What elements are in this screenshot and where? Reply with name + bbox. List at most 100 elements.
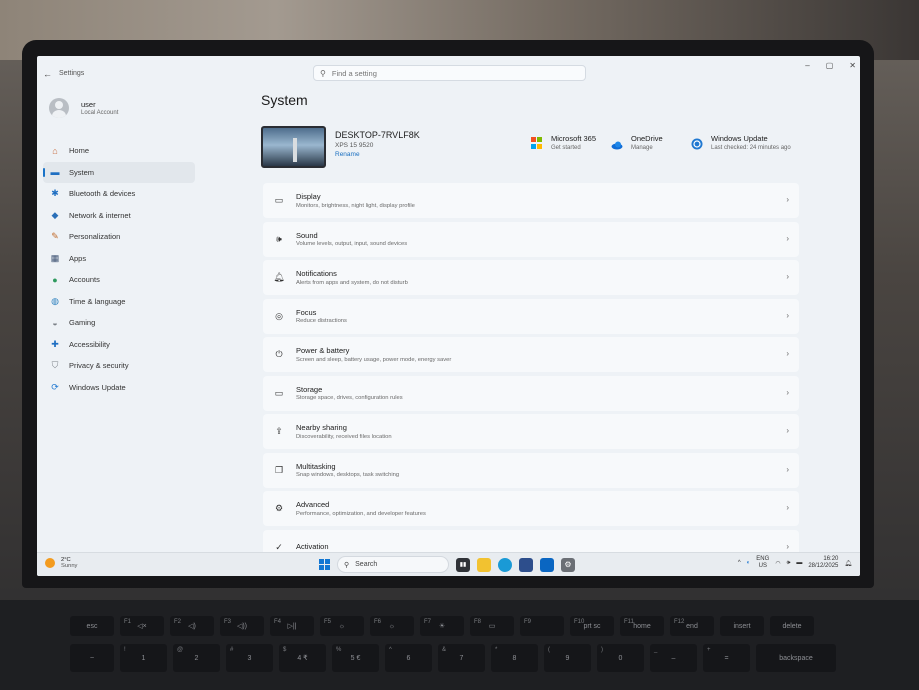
settings-row-title: Notifications <box>296 269 337 279</box>
settings-row-nearby-sharing[interactable]: ⇪ Nearby sharing Discoverability, received… <box>263 414 799 449</box>
keyboard-key: F10 prt sc <box>570 616 614 636</box>
chevron-right-icon: › <box>786 310 789 320</box>
keyboard-key: F4 ▷|| <box>270 616 314 636</box>
settings-row-title: Storage <box>296 384 323 394</box>
globe-icon: ◍ <box>51 295 59 306</box>
file-explorer-icon[interactable] <box>477 557 491 572</box>
settings-row-title: Multitasking <box>296 461 336 471</box>
rename-link[interactable]: Rename <box>335 151 420 158</box>
battery-icon[interactable]: ▬ <box>796 560 802 566</box>
keyboard-key: F5 ☼ <box>320 616 364 636</box>
search-input[interactable] <box>331 68 562 78</box>
store-icon[interactable] <box>519 557 533 572</box>
sidebar-item-label: Accessibility <box>69 339 110 349</box>
sidebar-item-network-internet[interactable]: ◆ Network & internet <box>43 205 195 227</box>
settings-row-multitasking[interactable]: ❐ Multitasking Snap windows, desktops, tas… <box>263 452 799 488</box>
quick-link-microsoft-365[interactable]: Microsoft 365 Get started <box>531 134 596 151</box>
keyboard-key: ! 1 <box>120 644 167 672</box>
search-box[interactable]: ⚲ <box>313 65 586 81</box>
sidebar-item-label: Windows Update <box>69 382 126 392</box>
quick-link-windows-update[interactable]: Windows Update Last checked: 24 minutes … <box>691 134 791 151</box>
key-label: end <box>686 622 698 630</box>
share-icon: ⇪ <box>275 426 283 436</box>
tray-overflow-chevron-icon[interactable]: ^ <box>738 560 741 566</box>
keyboard-key: backspace <box>756 644 836 672</box>
minimize-button[interactable]: – <box>805 61 809 70</box>
settings-row-title: Nearby sharing <box>296 423 347 433</box>
sidebar-item-label: Personalization <box>69 232 121 242</box>
key-label: ◁)) <box>236 623 248 630</box>
bell-icon: 🔔︎ <box>273 272 285 282</box>
sidebar-item-gaming[interactable]: ◒ Gaming <box>43 312 195 334</box>
sidebar-item-windows-update[interactable]: ⟳ Windows Update <box>43 377 195 399</box>
settings-row-sound[interactable]: 🕪 Sound Volume levels, output, input, soun… <box>263 221 799 257</box>
settings-row-title: Power & battery <box>296 346 350 356</box>
key-secondary-label: ( <box>548 647 550 653</box>
sidebar-item-label: Gaming <box>69 318 96 328</box>
apps-icon: ▦ <box>50 252 60 263</box>
sidebar-item-privacy-security[interactable]: ⛉ Privacy & security <box>43 355 195 377</box>
settings-row-power-battery[interactable]: ⏻ Power & battery Screen and sleep, batter… <box>263 337 799 372</box>
key-label: 3 <box>247 654 252 662</box>
settings-row-subtitle: Snap windows, desktops, task switching <box>296 472 400 479</box>
language-indicator[interactable]: ENG US <box>756 556 769 570</box>
edge-browser-icon[interactable] <box>498 557 512 572</box>
key-label: ☼ <box>388 622 396 630</box>
back-arrow-icon[interactable]: ← <box>43 69 52 79</box>
start-button[interactable] <box>319 559 330 570</box>
sidebar-item-apps[interactable]: ▦ Apps <box>43 248 195 270</box>
user-profile[interactable]: user Local Account <box>49 98 118 118</box>
settings-gear-icon[interactable]: ⚙ <box>561 557 575 572</box>
settings-row-focus[interactable]: ◎ Focus Reduce distractions › <box>263 298 799 334</box>
windows-update-icon <box>691 137 703 150</box>
volume-icon[interactable]: 🕪 <box>787 560 791 567</box>
settings-row-storage[interactable]: ▭ Storage Storage space, drives, configura… <box>263 375 799 411</box>
key-label: ▷|| <box>287 623 297 630</box>
settings-row-notifications[interactable]: 🔔︎ Notifications Alerts from apps and syst… <box>263 260 799 295</box>
taskbar-search[interactable]: ⚲ Search <box>337 556 449 573</box>
maximize-button[interactable]: ▢ <box>826 61 834 70</box>
settings-row-advanced[interactable]: ⚙ Advanced Performance, optimization, and … <box>263 491 799 526</box>
keyboard-key: F12 end <box>670 616 714 636</box>
sidebar-item-label: Apps <box>69 253 87 263</box>
outlook-icon[interactable] <box>540 557 554 572</box>
sidebar-item-home[interactable]: ⌂ Home <box>43 140 195 162</box>
task-view-icon[interactable]: ▮▮ <box>456 557 470 572</box>
quick-link-onedrive[interactable]: OneDrive Manage <box>611 134 663 151</box>
key-secondary-label: F9 <box>524 619 532 625</box>
keyboard-key: * 8 <box>491 644 538 672</box>
clock[interactable]: 16:20 28/12/2025 <box>808 556 838 570</box>
key-secondary-label: F5 <box>324 619 332 625</box>
advanced-icon: ⚙ <box>274 503 284 513</box>
keyboard-key: + = <box>703 644 750 672</box>
weather-widget[interactable]: 2°C Sunny <box>45 557 77 569</box>
chevron-right-icon: › <box>786 272 789 281</box>
settings-row-subtitle: Reduce distractions <box>296 318 347 325</box>
sidebar-item-personalization[interactable]: ✎ Personalization <box>43 226 195 248</box>
sidebar-item-accessibility[interactable]: ✚ Accessibility <box>43 334 195 356</box>
keyboard-key: #3 <box>226 644 273 672</box>
sidebar-item-system[interactable]: ▬ System <box>43 161 195 183</box>
display-icon: ▭ <box>274 195 284 205</box>
sidebar-item-time-language[interactable]: ◍ Time & language <box>43 291 195 313</box>
title-bar: ← Settings ⚲ – ▢ ✕ <box>37 56 860 92</box>
key-label: 4 ₹ <box>297 655 308 662</box>
device-name: DESKTOP-7RVLF8K <box>335 130 420 140</box>
notification-bell-icon[interactable]: 🔔︎ <box>844 560 852 567</box>
settings-row-subtitle: Alerts from apps and system, do not dist… <box>296 279 408 286</box>
keyboard-key: F1 ◁× <box>120 616 164 636</box>
sidebar-item-bluetooth-devices[interactable]: ✱ Bluetooth & devices <box>43 183 195 205</box>
key-secondary-label: $ <box>283 647 287 653</box>
key-label: backspace <box>779 654 813 662</box>
close-button[interactable]: ✕ <box>849 61 856 70</box>
sidebar-item-label: Time & language <box>69 296 126 306</box>
wifi-icon[interactable]: ◠ <box>775 560 780 567</box>
key-secondary-label: F12 <box>674 619 685 625</box>
keyboard-key: F6 ☼ <box>370 616 414 636</box>
settings-row-display[interactable]: ▭ Display Monitors, brightness, night ligh… <box>263 183 799 218</box>
sidebar-item-accounts[interactable]: ● Accounts <box>43 269 195 291</box>
copilot-icon[interactable]: ◐ <box>747 560 751 566</box>
key-label: 2 <box>194 654 199 662</box>
chevron-right-icon: › <box>786 541 789 551</box>
key-label: prt sc <box>583 622 601 630</box>
